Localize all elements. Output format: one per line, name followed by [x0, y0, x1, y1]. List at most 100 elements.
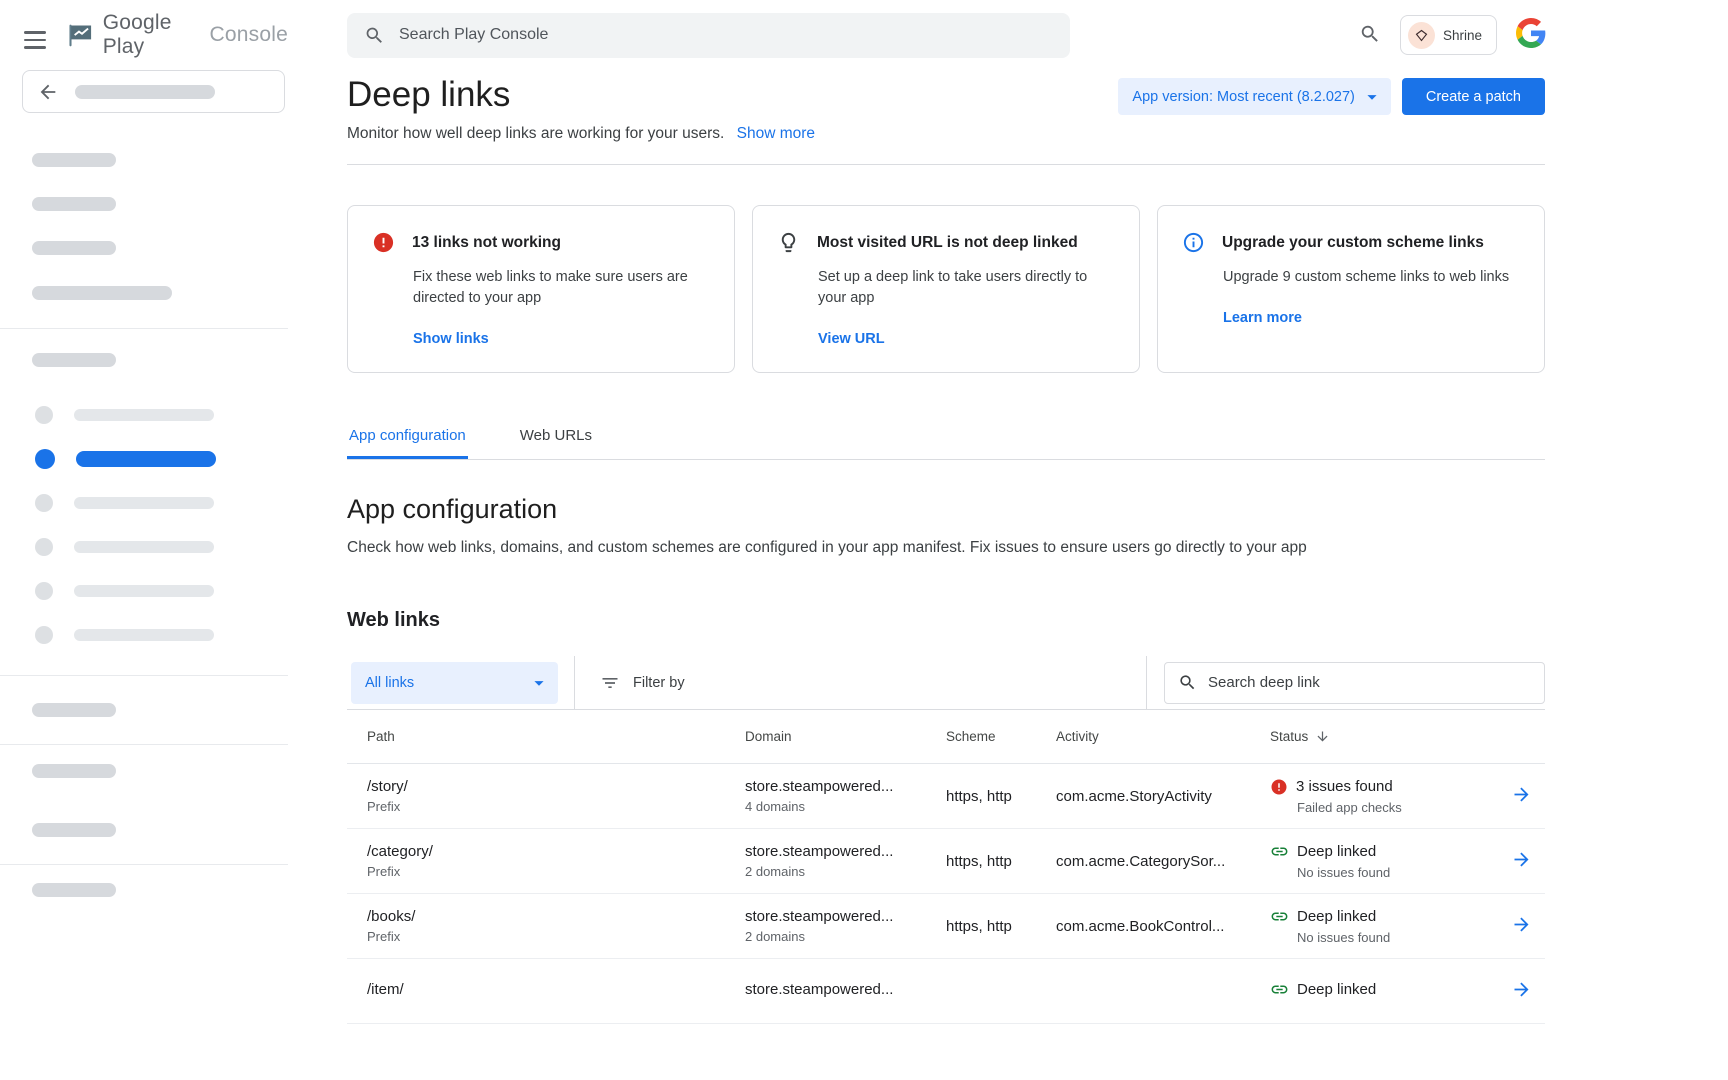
row-detail-button[interactable]: [1511, 849, 1532, 873]
search-icon: [1359, 23, 1381, 45]
row-detail-button[interactable]: [1511, 979, 1532, 1003]
activity-value: com.acme.StoryActivity: [1056, 788, 1270, 805]
skeleton-bar: [32, 286, 172, 300]
page-subtitle: Monitor how well deep links are working …: [347, 125, 724, 142]
play-flag-icon: [66, 22, 94, 49]
sidebar-item[interactable]: [0, 525, 288, 569]
app-name-label: Shrine: [1443, 28, 1482, 43]
insight-cards: 13 links not working Fix these web links…: [347, 205, 1545, 373]
column-header-activity[interactable]: Activity: [1056, 729, 1270, 744]
deep-link-search[interactable]: [1164, 662, 1545, 704]
row-detail-button[interactable]: [1511, 784, 1532, 808]
row-detail-button[interactable]: [1511, 914, 1532, 938]
google-logo[interactable]: [1516, 18, 1546, 53]
domain-value: store.steampowered...: [745, 981, 946, 998]
status-value: 3 issues found: [1296, 778, 1393, 795]
table-row[interactable]: /story/ Prefix store.steampowered... 4 d…: [347, 764, 1545, 829]
show-links-link[interactable]: Show links: [413, 331, 489, 347]
skeleton-bar: [32, 197, 116, 211]
card-body: Upgrade 9 custom scheme links to web lin…: [1223, 267, 1520, 288]
sidebar-item[interactable]: [0, 481, 288, 525]
app-switcher-chip[interactable]: Shrine: [1400, 15, 1497, 55]
status-header-label: Status: [1270, 729, 1308, 744]
card-title: Most visited URL is not deep linked: [817, 231, 1078, 252]
activity-value: com.acme.BookControl...: [1056, 918, 1270, 935]
lightbulb-icon: [777, 231, 800, 254]
learn-more-link[interactable]: Learn more: [1223, 310, 1302, 326]
path-value: /story/: [367, 778, 745, 795]
arrow-forward-icon: [1511, 784, 1532, 805]
column-header-status[interactable]: Status: [1270, 729, 1497, 744]
status-detail: Failed app checks: [1297, 800, 1497, 815]
error-icon: [372, 231, 395, 254]
skeleton-bar: [76, 451, 216, 467]
show-more-link[interactable]: Show more: [737, 125, 815, 142]
create-patch-button[interactable]: Create a patch: [1402, 78, 1545, 115]
column-header-path[interactable]: Path: [347, 729, 745, 744]
header-divider: [347, 164, 1545, 165]
back-arrow-icon: [37, 81, 59, 103]
tab-app-configuration[interactable]: App configuration: [347, 415, 468, 459]
table-toolbar: All links Filter by: [347, 656, 1545, 710]
path-value: /books/: [367, 908, 745, 925]
global-search-input[interactable]: [399, 26, 1053, 44]
domain-value: store.steampowered...: [745, 908, 946, 925]
links-filter-select[interactable]: All links: [351, 662, 558, 704]
skeleton-bar: [74, 629, 214, 641]
view-url-link[interactable]: View URL: [818, 331, 885, 347]
global-search[interactable]: [347, 13, 1070, 58]
tab-web-urls[interactable]: Web URLs: [518, 415, 594, 459]
status-value: Deep linked: [1297, 908, 1376, 925]
filter-by-button[interactable]: Filter by: [600, 673, 685, 693]
skeleton-bar: [32, 883, 116, 897]
skeleton-bar: [74, 585, 214, 597]
path-type: Prefix: [367, 799, 745, 814]
deep-link-search-input[interactable]: [1208, 674, 1531, 691]
sidebar-item-icon: [35, 406, 53, 424]
play-console-logo[interactable]: Google Play Console: [66, 11, 288, 59]
section-title: App configuration: [347, 494, 1545, 525]
search-icon: [1178, 673, 1197, 692]
sidebar-item-active[interactable]: [0, 437, 288, 481]
skeleton-bar: [74, 497, 214, 509]
skeleton-bar: [32, 764, 116, 778]
sidebar-item[interactable]: [0, 393, 288, 437]
chevron-down-icon: [528, 672, 550, 694]
menu-button[interactable]: [24, 22, 46, 49]
sidebar-item[interactable]: [0, 613, 288, 657]
column-header-scheme[interactable]: Scheme: [946, 729, 1056, 744]
skeleton-bar: [74, 541, 214, 553]
path-value: /category/: [367, 843, 745, 860]
logo-text-secondary: Console: [210, 23, 288, 47]
column-header-domain[interactable]: Domain: [745, 729, 946, 744]
logo-text-primary: Google Play: [103, 11, 204, 59]
sidebar-divider: [0, 675, 288, 676]
sidebar-item[interactable]: [0, 569, 288, 613]
back-navigation[interactable]: [22, 70, 285, 113]
error-icon: [1270, 778, 1288, 796]
link-icon: [1270, 842, 1289, 861]
table-row[interactable]: /books/ Prefix store.steampowered... 2 d…: [347, 894, 1545, 959]
card-body: Set up a deep link to take users directl…: [818, 267, 1115, 309]
search-icon-button[interactable]: [1359, 23, 1381, 48]
status-value: Deep linked: [1297, 843, 1376, 860]
upgrade-scheme-links-card: Upgrade your custom scheme links Upgrade…: [1157, 205, 1545, 373]
chevron-down-icon: [1361, 86, 1383, 108]
card-title: Upgrade your custom scheme links: [1222, 231, 1484, 252]
topbar: Shrine: [288, 0, 1728, 70]
table-row[interactable]: /item/ store.steampowered... Deep linked: [347, 959, 1545, 1024]
section-description: Check how web links, domains, and custom…: [347, 539, 1545, 557]
app-version-label: App version: Most recent (8.2.027): [1132, 89, 1354, 105]
domain-count: 2 domains: [745, 864, 946, 879]
status-detail: No issues found: [1297, 865, 1497, 880]
toolbar-divider: [1146, 656, 1147, 709]
skeleton-bar: [32, 703, 116, 717]
skeleton-bar: [32, 823, 116, 837]
sidebar-item-icon: [35, 538, 53, 556]
shrine-app-icon: [1408, 22, 1435, 49]
app-version-dropdown[interactable]: App version: Most recent (8.2.027): [1118, 78, 1390, 115]
filter-icon: [600, 673, 620, 693]
sort-descending-icon: [1315, 729, 1330, 744]
page-title: Deep links: [347, 74, 815, 116]
table-row[interactable]: /category/ Prefix store.steampowered... …: [347, 829, 1545, 894]
